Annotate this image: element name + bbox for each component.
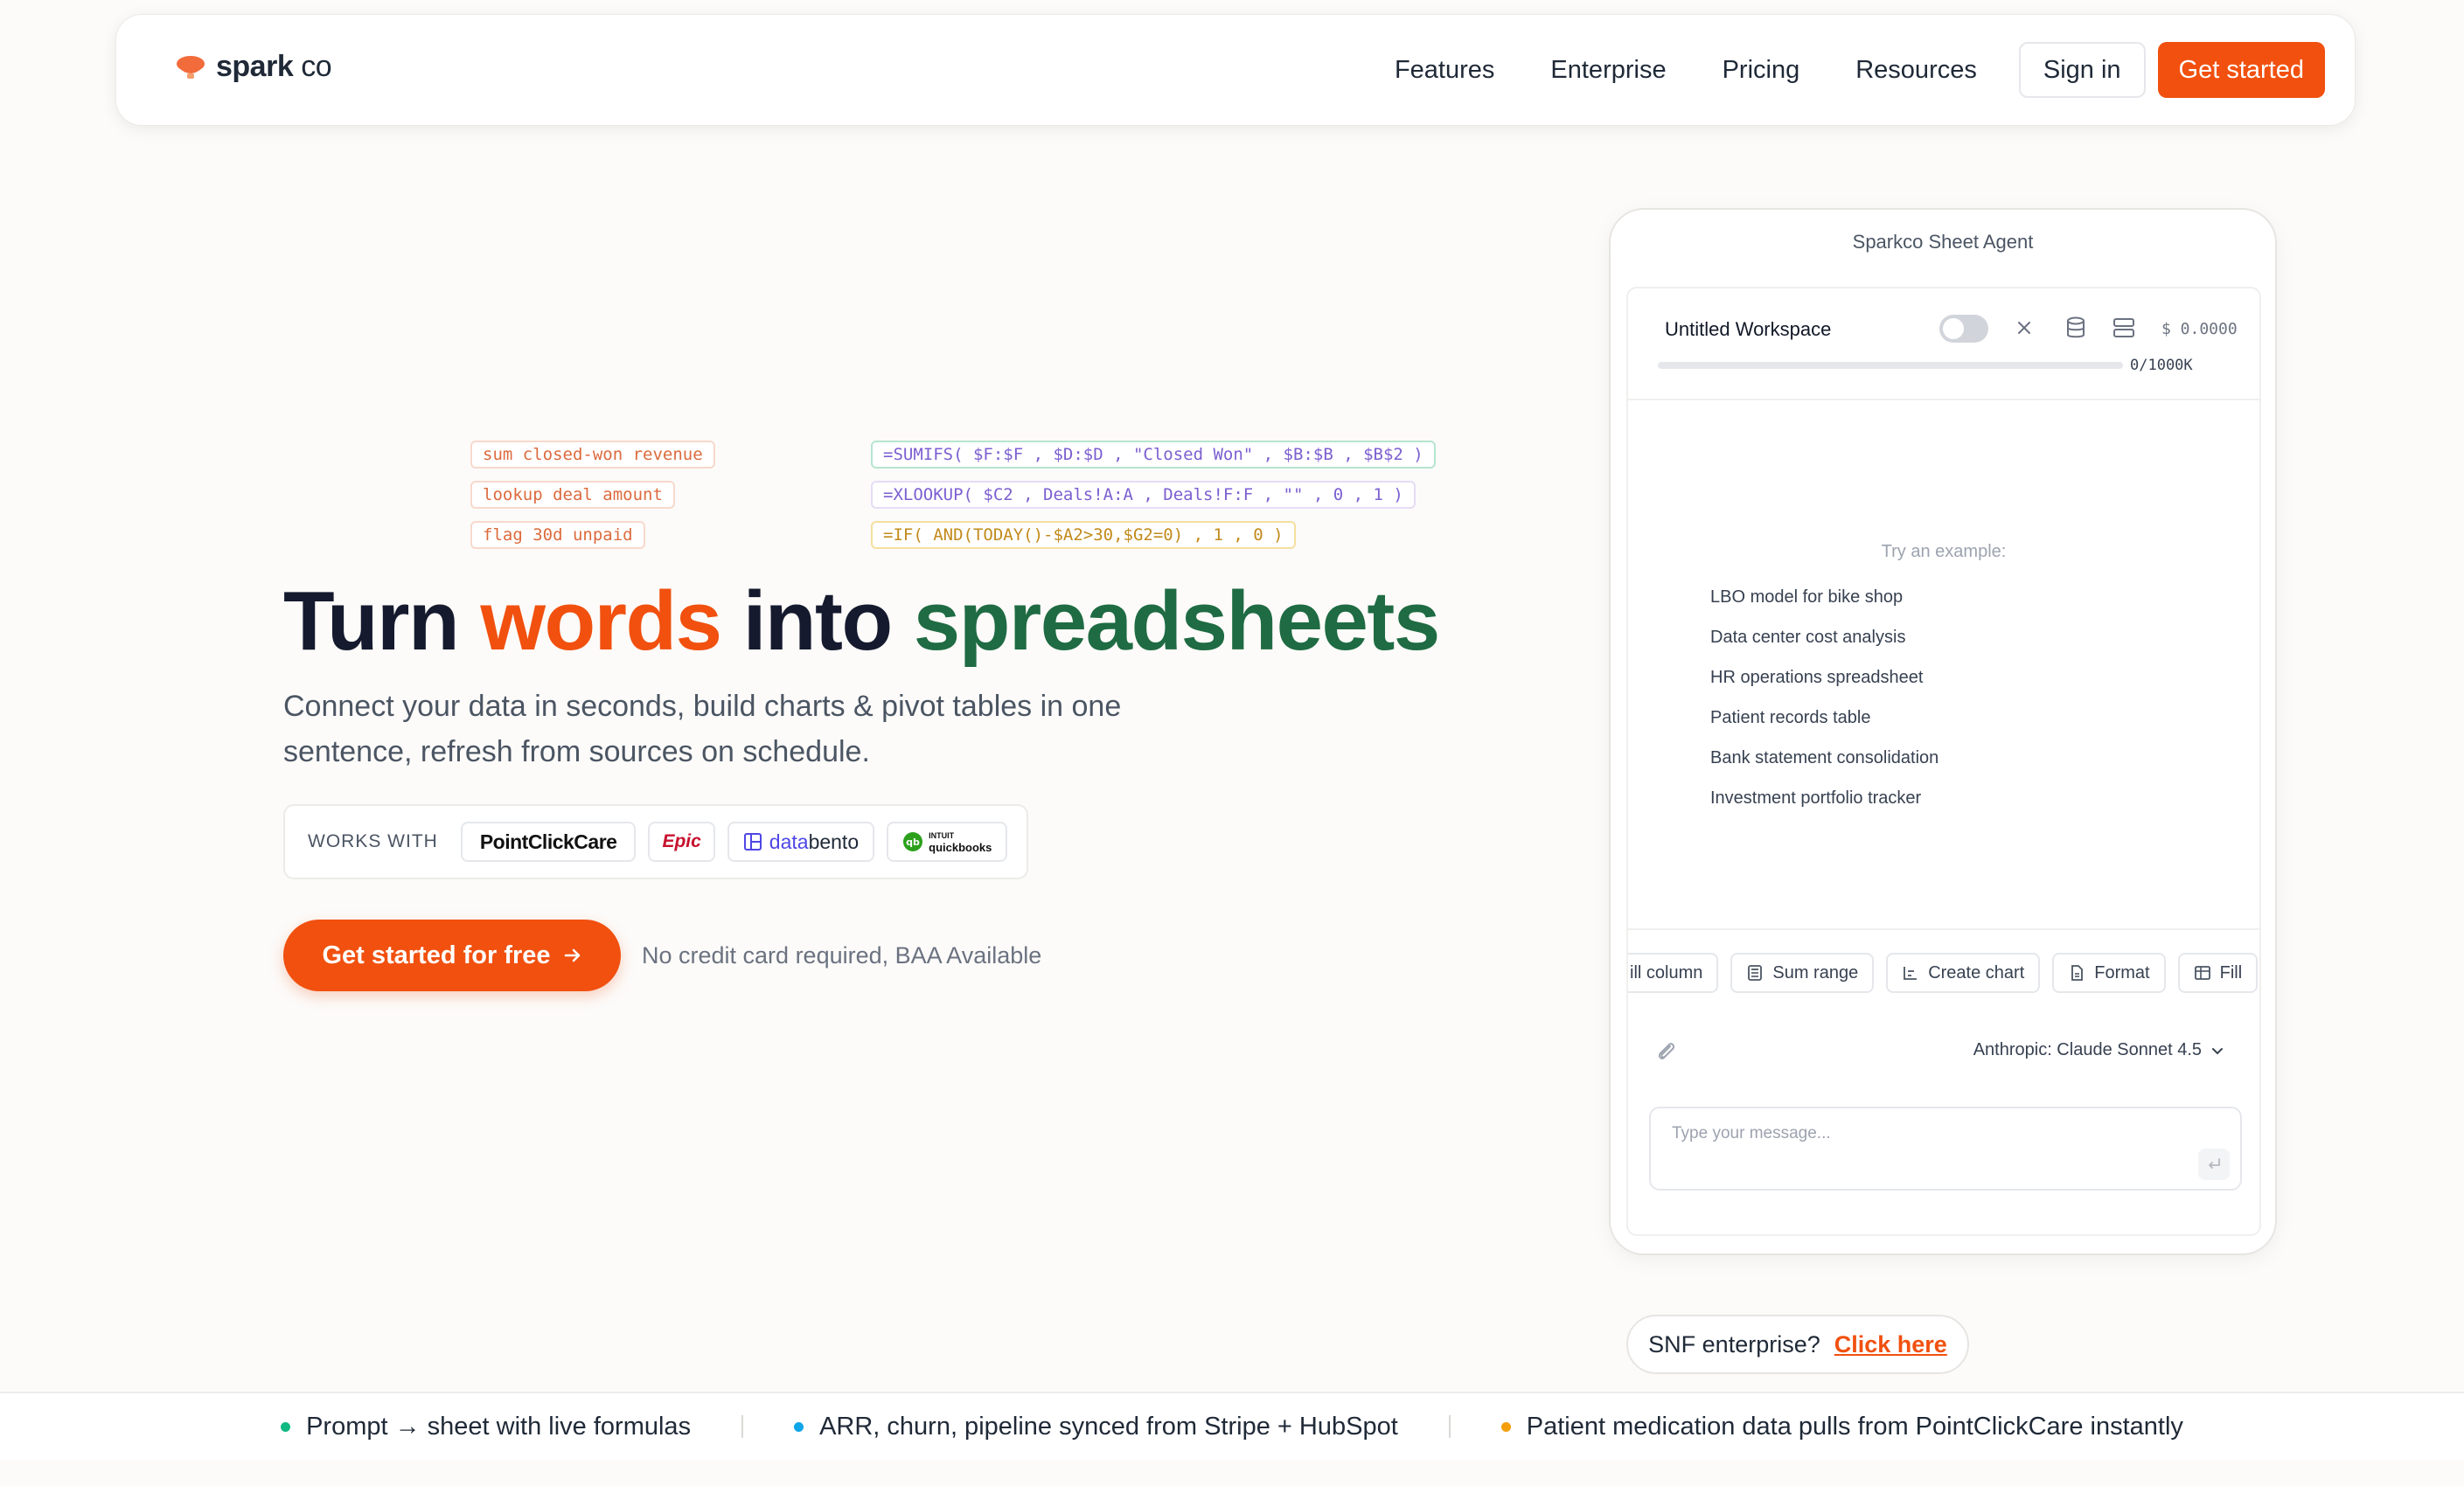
actions-divider bbox=[1628, 928, 2259, 930]
fill-action[interactable]: Fill bbox=[2177, 953, 2259, 993]
model-label: Anthropic: Claude Sonnet 4.5 bbox=[1973, 1040, 2202, 1059]
nav-link-enterprise[interactable]: Enterprise bbox=[1550, 56, 1666, 85]
send-button[interactable] bbox=[2198, 1149, 2230, 1180]
example-item[interactable]: Data center cost analysis bbox=[1710, 617, 1938, 657]
close-icon[interactable] bbox=[2015, 318, 2034, 337]
token-usage-label: 0/1000K bbox=[2130, 357, 2193, 374]
partner-pointclickcare: PointClickCare bbox=[460, 822, 637, 862]
feature-item: Prompt → sheet with live formulas bbox=[281, 1413, 691, 1441]
partner-databento: databento bbox=[727, 822, 875, 862]
cta-note: No credit card required, BAA Available bbox=[642, 942, 1042, 969]
server-icon[interactable] bbox=[2112, 316, 2135, 339]
arrow-right-icon bbox=[564, 948, 580, 962]
message-box bbox=[1649, 1107, 2242, 1191]
feature-dot bbox=[281, 1421, 291, 1432]
feature-dot bbox=[1500, 1421, 1511, 1432]
feature-strip: Prompt → sheet with live formulas ARR, c… bbox=[0, 1393, 2464, 1460]
feature-separator bbox=[741, 1415, 744, 1438]
create-chart-action[interactable]: Create chart bbox=[1886, 953, 2041, 993]
databento-icon bbox=[743, 833, 762, 851]
nav-link-resources[interactable]: Resources bbox=[1855, 56, 1977, 85]
spark-logo-icon bbox=[177, 55, 205, 79]
token-usage-bar bbox=[1658, 362, 2123, 369]
prompt-chip-1: sum closed-won revenue bbox=[470, 441, 715, 469]
header-divider bbox=[1628, 399, 2259, 400]
example-item[interactable]: Bank statement consolidation bbox=[1710, 738, 1938, 778]
brand-logo[interactable]: spark co bbox=[174, 50, 332, 84]
partner-epic: Epic bbox=[648, 822, 715, 862]
quickbooks-icon: qb bbox=[903, 832, 923, 851]
formula-chip-2: =XLOOKUP( $C2 , Deals!A:A , Deals!F:F , … bbox=[871, 481, 1416, 509]
nav-link-features[interactable]: Features bbox=[1395, 56, 1494, 85]
partner-quickbooks: qb INTUIT quickbooks bbox=[887, 822, 1008, 862]
formula-chip-3: =IF( AND(TODAY()-$A2>30,$G2=0) , 1 , 0 ) bbox=[871, 521, 1296, 549]
snf-label: SNF enterprise? bbox=[1648, 1330, 1820, 1358]
agent-panel-title: Sparkco Sheet Agent bbox=[1852, 231, 2034, 253]
sum-range-action[interactable]: Sum range bbox=[1730, 953, 1875, 993]
example-list: LBO model for bike shop Data center cost… bbox=[1710, 577, 1938, 818]
cost-readout: $ 0.0000 bbox=[2161, 320, 2238, 338]
feature-separator bbox=[1448, 1415, 1451, 1438]
quick-actions: ill column Sum range Create chart Format… bbox=[1628, 953, 2259, 993]
feature-item: ARR, churn, pipeline synced from Stripe … bbox=[794, 1413, 1398, 1441]
workspace-toggle[interactable] bbox=[1939, 315, 1988, 343]
databento-logo: databento bbox=[769, 830, 860, 853]
hero-title-word-3: into bbox=[742, 574, 893, 668]
epic-logo: Epic bbox=[662, 831, 701, 851]
works-with-label: WORKS WITH bbox=[308, 831, 438, 851]
chevron-down-icon bbox=[2212, 1047, 2223, 1054]
feature-dot bbox=[794, 1421, 804, 1432]
works-with-bar: WORKS WITH PointClickCare Epic databento… bbox=[283, 804, 1028, 879]
agent-workspace: Untitled Workspace $ 0.0000 0/1000K Try … bbox=[1626, 287, 2261, 1236]
table-icon bbox=[2194, 966, 2210, 980]
prompt-chip-2: lookup deal amount bbox=[470, 481, 675, 509]
hero-title-word-4: spreadsheets bbox=[913, 574, 1440, 668]
example-item[interactable]: Investment portfolio tracker bbox=[1710, 778, 1938, 818]
cta-label: Get started for free bbox=[322, 941, 551, 969]
example-item[interactable]: LBO model for bike shop bbox=[1710, 577, 1938, 617]
snf-click-here-link[interactable]: Click here bbox=[1834, 1331, 1947, 1358]
workspace-name[interactable]: Untitled Workspace bbox=[1665, 318, 1831, 341]
chart-icon bbox=[1904, 967, 1918, 980]
snf-enterprise-pill: SNF enterprise? Click here bbox=[1626, 1315, 1969, 1374]
brand-name: spark co bbox=[216, 50, 332, 83]
enter-icon bbox=[2209, 1158, 2220, 1169]
hero-title-word-1: Turn bbox=[283, 574, 460, 668]
sign-in-button[interactable]: Sign in bbox=[2018, 42, 2146, 98]
sheet-agent-panel: Sparkco Sheet Agent Untitled Workspace $… bbox=[1609, 208, 2277, 1255]
paperclip-icon[interactable] bbox=[1654, 1038, 1677, 1063]
quickbooks-logo: INTUIT quickbooks bbox=[929, 831, 992, 854]
fill-column-action[interactable]: ill column bbox=[1628, 953, 1719, 993]
page-bottom bbox=[0, 1460, 2464, 1486]
pointclickcare-logo: PointClickCare bbox=[479, 830, 617, 853]
example-item[interactable]: HR operations spreadsheet bbox=[1710, 657, 1938, 698]
get-started-button[interactable]: Get started bbox=[2157, 42, 2325, 98]
message-input[interactable] bbox=[1672, 1124, 2161, 1143]
formula-chip-1: =SUMIFS( $F:$F , $D:$D , "Closed Won" , … bbox=[871, 441, 1436, 469]
model-selector[interactable]: Anthropic: Claude Sonnet 4.5 bbox=[1973, 1040, 2224, 1060]
nav-links: Features Enterprise Pricing Resources Si… bbox=[1395, 41, 2325, 99]
example-item[interactable]: Patient records table bbox=[1710, 698, 1938, 738]
get-started-free-button[interactable]: Get started for free bbox=[283, 920, 621, 991]
document-icon bbox=[2071, 965, 2084, 981]
hero-subtitle: Connect your data in seconds, build char… bbox=[283, 690, 1122, 768]
prompt-chip-3: flag 30d unpaid bbox=[470, 521, 645, 549]
try-example-label: Try an example: bbox=[1881, 542, 2007, 561]
feature-item: Patient medication data pulls from Point… bbox=[1500, 1413, 2183, 1441]
top-navbar: spark co Features Enterprise Pricing Res… bbox=[115, 14, 2356, 126]
format-action[interactable]: Format bbox=[2052, 953, 2166, 993]
hero-title: Turn words into spreadsheets bbox=[283, 573, 1440, 670]
database-icon[interactable] bbox=[2065, 316, 2086, 339]
hero-title-word-2: words bbox=[480, 574, 722, 668]
calculator-icon bbox=[1748, 965, 1763, 981]
nav-link-pricing[interactable]: Pricing bbox=[1723, 56, 1800, 85]
svg-text:qb: qb bbox=[906, 837, 920, 848]
